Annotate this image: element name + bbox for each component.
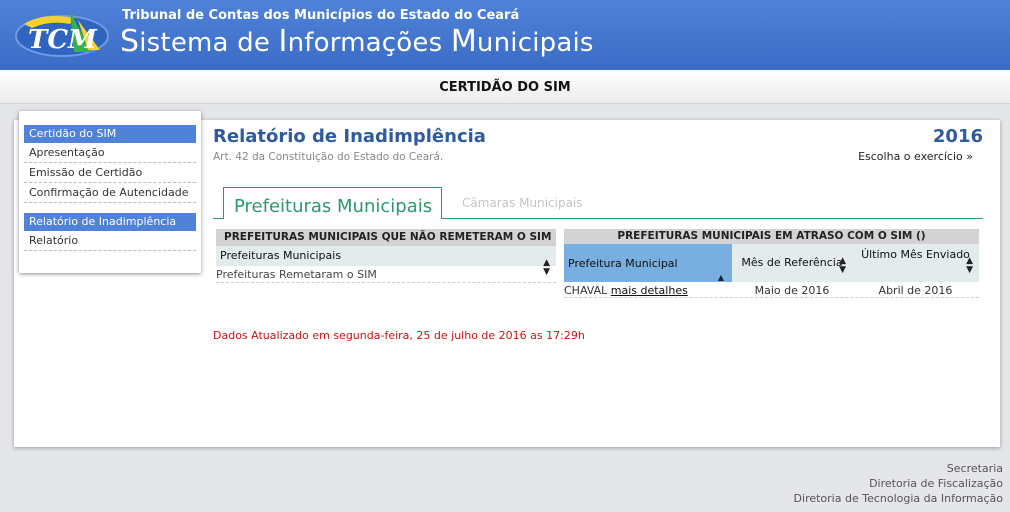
column-header-label: Mês de Referência [741, 256, 843, 269]
sidebar-item-relatorio[interactable]: Relatório [24, 231, 196, 251]
sort-icon[interactable]: ▲ ▼ [966, 257, 973, 275]
year-label: 2016 [932, 126, 983, 147]
sort-asc-icon[interactable]: ▲ [718, 258, 724, 298]
last-updated-text: Dados Atualizado em segunda-feira, 25 de… [213, 329, 585, 342]
tcm-logo-icon[interactable]: TCM [14, 6, 112, 60]
choose-year-link[interactable]: Escolha o exercício » [858, 150, 973, 163]
column-header-ultimo-mes[interactable]: Último Mês Enviado ▲ ▼ [852, 244, 979, 282]
system-name: Sistema de Informações Municipais [120, 24, 594, 59]
sidebar: Certidão do SIM Apresentação Emissão de … [19, 111, 201, 273]
cell-mes-referencia: Maio de 2016 [754, 284, 830, 297]
sidebar-section-relatorio[interactable]: Relatório de Inadimplência [24, 213, 196, 231]
report-subtitle: Art. 42 da Constituição do Estado do Cea… [213, 151, 444, 163]
table-row: Prefeituras Remetaram o SIM [216, 266, 556, 283]
footer-line: Secretaria [946, 462, 1003, 475]
sort-icon[interactable]: ▲ ▼ [839, 257, 846, 275]
footer-line: Diretoria de Fiscalização [869, 477, 1003, 490]
column-header-label: Prefeitura Municipal [568, 257, 678, 270]
logo-text: TCM [28, 25, 98, 55]
tab-camaras[interactable]: Câmaras Municipais [462, 196, 583, 210]
tab-prefeituras[interactable]: Prefeituras Municipais [223, 187, 442, 219]
sidebar-item-apresentacao[interactable]: Apresentação [24, 143, 196, 163]
non-submitted-table: PREFEITURAS MUNICIPAIS QUE NÃO REMETERAM… [216, 229, 556, 283]
table-header-row: Prefeitura Municipal ▲ Mês de Referência… [564, 244, 979, 282]
footer-line: Diretoria de Tecnologia da Informação [793, 492, 1003, 505]
details-link[interactable]: mais detalhes [611, 284, 688, 297]
late-submission-table: PREFEITURAS MUNICIPAIS EM ATRASO COM O S… [564, 229, 979, 298]
table-row: CHAVAL mais detalhes Maio de 2016 Abril … [564, 282, 979, 298]
cell-ultimo-enviado: Abril de 2016 [878, 284, 953, 297]
sidebar-section-certidao[interactable]: Certidão do SIM [24, 125, 196, 143]
sort-icon[interactable]: ▲ ▼ [543, 259, 550, 277]
table-title: PREFEITURAS MUNICIPAIS QUE NÃO REMETERAM… [216, 229, 556, 260]
footer: Secretaria Diretoria de Fiscalização Dir… [794, 461, 1003, 506]
sidebar-item-emissao[interactable]: Emissão de Certidão [24, 163, 196, 183]
sidebar-item-confirmacao[interactable]: Confirmação de Autencidade [24, 183, 196, 203]
column-header-prefeituras[interactable]: Prefeituras Municipais ▲ ▼ [216, 246, 556, 277]
column-header-label: Prefeituras Municipais [220, 249, 342, 262]
municipio-name: CHAVAL [564, 284, 608, 297]
report-title: Relatório de Inadimplência [213, 126, 486, 147]
org-name: Tribunal de Contas dos Municípios do Est… [122, 8, 520, 23]
cell-municipio: CHAVAL mais detalhes [564, 282, 732, 297]
site-header: TCM Tribunal de Contas dos Municípios do… [0, 0, 1010, 70]
column-header-label: Último Mês Enviado [861, 248, 970, 261]
table-title: PREFEITURAS MUNICIPAIS EM ATRASO COM O S… [564, 229, 979, 244]
column-header-mes-referencia[interactable]: Mês de Referência ▲ ▼ [732, 244, 852, 282]
column-header-prefeitura[interactable]: Prefeitura Municipal ▲ [564, 244, 732, 282]
page-title: CERTIDÃO DO SIM [0, 70, 1010, 104]
